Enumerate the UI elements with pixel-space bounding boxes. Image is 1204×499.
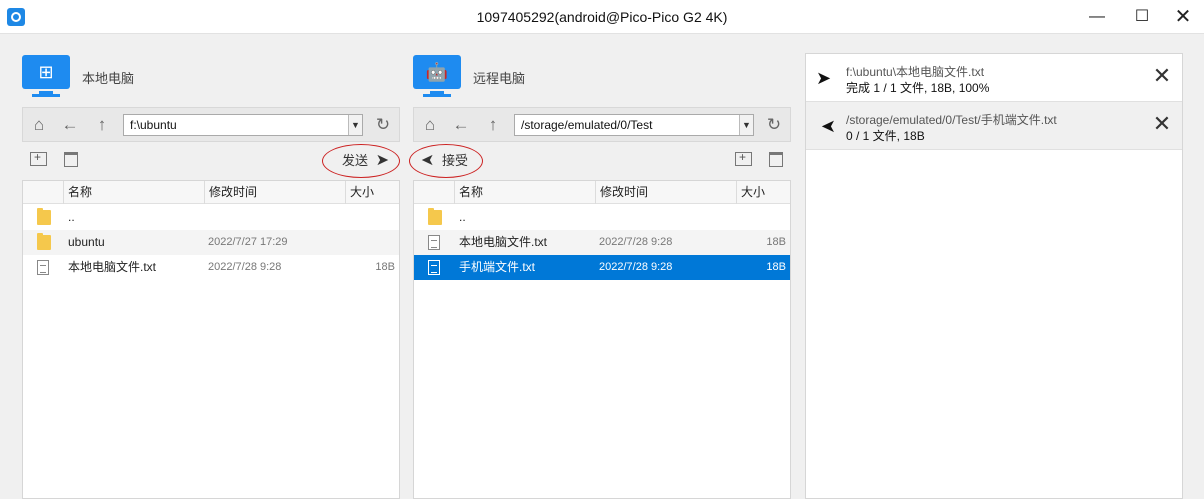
receive-label: 接受: [442, 153, 469, 168]
remote-file-list[interactable]: 名称 修改时间 大小 .. 本地电脑文件.txt 2022/7/28 9:28 …: [413, 180, 791, 499]
local-path-bar: ⌂ ← ↑ ▼ ↻: [22, 107, 400, 142]
local-panel-title: 本地电脑: [82, 71, 135, 86]
maximize-button[interactable]: ☐: [1119, 0, 1165, 34]
text-file-icon: [428, 260, 440, 275]
remote-path-bar: ⌂ ← ↑ ▼ ↻: [413, 107, 791, 142]
trash-icon[interactable]: [64, 152, 78, 167]
close-icon[interactable]: ✕: [1150, 64, 1174, 88]
chevron-down-icon[interactable]: ▼: [348, 115, 362, 135]
transfer-queue: ➤ f:\ubuntu\本地电脑文件.txt 完成 1 / 1 文件, 18B,…: [805, 53, 1183, 499]
transfer-status: 完成 1 / 1 文件, 18B, 100%: [846, 81, 990, 95]
remote-panel-title: 远程电脑: [473, 71, 526, 86]
column-modified[interactable]: 修改时间: [204, 181, 346, 204]
transfer-path: /storage/emulated/0/Test/手机端文件.txt: [846, 113, 1057, 127]
folder-icon: [428, 208, 442, 225]
list-item-selected[interactable]: 手机端文件.txt 2022/7/28 9:28 18B: [414, 255, 790, 280]
close-window-button[interactable]: ✕: [1160, 0, 1204, 34]
send-button[interactable]: 发送 ➤: [342, 146, 389, 176]
transfer-task[interactable]: ➤ /storage/emulated/0/Test/手机端文件.txt 0 /…: [806, 102, 1182, 150]
title-bar: 1097405292(android@Pico-Pico G2 4K) — ☐ …: [0, 0, 1204, 34]
back-arrow-icon[interactable]: ←: [60, 115, 80, 135]
up-arrow-icon[interactable]: ↑: [92, 115, 112, 135]
transfer-status: 0 / 1 文件, 18B: [846, 129, 925, 143]
home-icon[interactable]: ⌂: [29, 115, 49, 135]
list-item[interactable]: ..: [414, 205, 790, 230]
remote-toolbar: ➤ 接受: [409, 144, 791, 178]
home-icon[interactable]: ⌂: [420, 115, 440, 135]
close-icon[interactable]: ✕: [1150, 112, 1174, 136]
refresh-icon[interactable]: ↻: [373, 115, 393, 135]
remote-panel: 🤖 远程电脑 ⌂ ← ↑ ▼ ↻ ➤ 接受 名称 修改时间 大小 ..: [409, 34, 793, 499]
send-arrow-icon: ➤: [375, 152, 390, 169]
text-file-icon: [37, 260, 49, 275]
up-arrow-icon[interactable]: ↑: [483, 115, 503, 135]
list-item[interactable]: ..: [23, 205, 399, 230]
list-header: 名称 修改时间 大小: [414, 181, 790, 204]
local-path-input[interactable]: [123, 114, 363, 136]
window-title: 1097405292(android@Pico-Pico G2 4K): [476, 9, 728, 25]
local-panel: ⊞ 本地电脑 ⌂ ← ↑ ▼ ↻ 发送 ➤ 名称 修改时间 大小 ..: [22, 34, 402, 499]
trash-icon[interactable]: [769, 152, 783, 167]
transfer-path: f:\ubuntu\本地电脑文件.txt: [846, 65, 985, 79]
list-item[interactable]: 本地电脑文件.txt 2022/7/28 9:28 18B: [23, 255, 399, 280]
list-header: 名称 修改时间 大小: [23, 181, 399, 204]
folder-icon: [37, 208, 51, 225]
column-size[interactable]: 大小: [345, 181, 399, 204]
list-item[interactable]: ubuntu 2022/7/27 17:29: [23, 230, 399, 255]
send-arrow-icon: ➤: [816, 68, 832, 88]
new-folder-icon[interactable]: [735, 150, 752, 166]
windows-logo-icon: ⊞: [22, 55, 70, 97]
android-logo-icon: 🤖: [413, 55, 461, 97]
local-toolbar: 发送 ➤: [22, 144, 400, 178]
receive-button[interactable]: ➤ 接受: [421, 146, 468, 176]
column-size[interactable]: 大小: [736, 181, 790, 204]
receive-arrow-icon: ➤: [421, 152, 435, 169]
column-name[interactable]: 名称: [63, 181, 208, 204]
remote-path-input[interactable]: [514, 114, 754, 136]
text-file-icon: [428, 235, 440, 250]
local-file-list[interactable]: 名称 修改时间 大小 .. ubuntu 2022/7/27 17:29 本地电…: [22, 180, 400, 499]
column-name[interactable]: 名称: [454, 181, 599, 204]
send-label: 发送: [342, 153, 369, 168]
chevron-down-icon[interactable]: ▼: [739, 115, 753, 135]
column-modified[interactable]: 修改时间: [595, 181, 737, 204]
back-arrow-icon[interactable]: ←: [451, 115, 471, 135]
folder-icon: [37, 233, 51, 250]
list-item[interactable]: 本地电脑文件.txt 2022/7/28 9:28 18B: [414, 230, 790, 255]
transfer-task[interactable]: ➤ f:\ubuntu\本地电脑文件.txt 完成 1 / 1 文件, 18B,…: [806, 54, 1182, 102]
new-folder-icon[interactable]: [30, 150, 47, 166]
minimize-button[interactable]: —: [1074, 0, 1120, 34]
refresh-icon[interactable]: ↻: [764, 115, 784, 135]
receive-arrow-icon: ➤: [820, 116, 836, 136]
